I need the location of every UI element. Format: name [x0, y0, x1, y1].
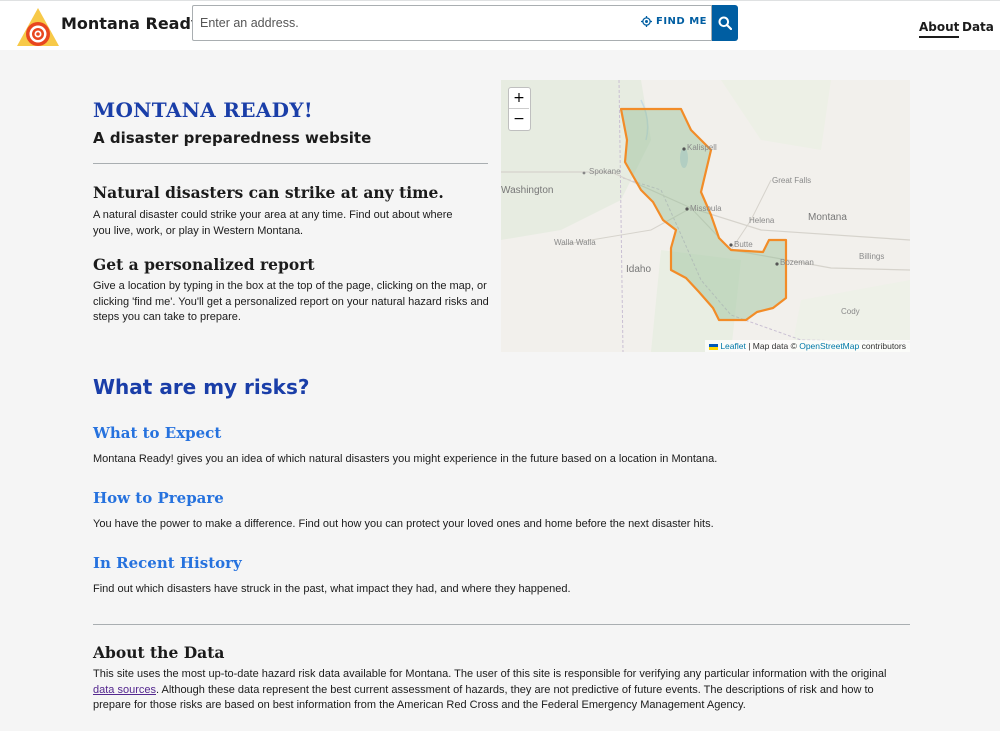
how-to-prepare-link[interactable]: How to Prepare — [93, 489, 224, 507]
logo-icon[interactable] — [16, 7, 60, 47]
about-body-end: . Although these data represent the best… — [93, 683, 874, 712]
site-header: Montana Ready! FIND ME About Data — [0, 0, 1000, 50]
section-body-personalized-report: Give a location by typing in the box at … — [93, 280, 489, 323]
divider — [93, 163, 488, 164]
search-icon — [718, 16, 732, 30]
about-data-heading: About the Data — [93, 643, 225, 662]
map-label-washington: Washington — [501, 185, 554, 196]
divider — [93, 624, 910, 625]
map-label-cody: Cody — [841, 307, 860, 316]
header-top-border — [0, 0, 1000, 1]
crosshair-icon — [641, 16, 652, 27]
map-label-bozeman: Bozeman — [780, 258, 814, 267]
nav-data-link[interactable]: Data — [962, 20, 994, 34]
openstreetmap-link[interactable]: OpenStreetMap — [799, 341, 859, 351]
ukraine-flag-icon — [709, 343, 719, 350]
find-me-label: FIND ME — [656, 16, 707, 27]
section-heading-natural-disasters: Natural disasters can strike at any time… — [93, 183, 444, 202]
map-attribution: Leaflet | Map data © OpenStreetMap contr… — [705, 340, 910, 352]
map-label-helena: Helena — [749, 216, 775, 225]
map-label-butte: Butte — [734, 240, 753, 249]
brand-name[interactable]: Montana Ready! — [61, 14, 209, 33]
hazard-map[interactable]: Spokane Washington Kalispell Missoula Gr… — [501, 80, 910, 352]
zoom-out-button[interactable]: − — [509, 109, 529, 130]
what-to-expect-link[interactable]: What to Expect — [93, 424, 221, 442]
address-search-input[interactable] — [193, 6, 633, 40]
map-label-great-falls: Great Falls — [772, 176, 812, 185]
section-heading-personalized-report: Get a personalized report — [93, 255, 315, 274]
recent-history-body: Find out which disasters have struck in … — [93, 583, 571, 595]
map-label-billings: Billings — [859, 252, 885, 261]
map-label-idaho: Idaho — [626, 264, 652, 275]
map-label-missoula: Missoula — [690, 204, 722, 213]
map-label-montana: Montana — [808, 212, 847, 223]
page-subtitle: A disaster preparedness website — [93, 129, 372, 147]
attribution-suffix: contributors — [859, 341, 906, 351]
about-body-start: This site uses the most up-to-date hazar… — [93, 668, 887, 680]
attribution-separator: | Map data © — [745, 341, 800, 351]
section-body-natural-disasters: A natural disaster could strike your are… — [93, 209, 453, 237]
zoom-in-button[interactable]: + — [509, 88, 529, 109]
data-sources-link[interactable]: data sources — [93, 684, 156, 696]
search-button[interactable] — [712, 5, 738, 41]
leaflet-link[interactable]: Leaflet — [720, 341, 746, 351]
nav-about-link[interactable]: About — [919, 20, 960, 38]
map-label-spokane: Spokane — [589, 167, 621, 176]
about-data-body: This site uses the most up-to-date hazar… — [93, 667, 903, 714]
recent-history-link[interactable]: In Recent History — [93, 554, 242, 572]
map-label-kalispell: Kalispell — [687, 143, 717, 152]
page-title: MONTANA READY! — [93, 98, 313, 122]
find-me-button[interactable]: FIND ME — [641, 16, 707, 27]
address-search: FIND ME — [192, 5, 712, 41]
risks-section-title: What are my risks? — [93, 375, 310, 399]
what-to-expect-body: Montana Ready! gives you an idea of whic… — [93, 453, 718, 465]
map-label-walla-walla: Walla Walla — [554, 238, 596, 247]
map-zoom-control: + − — [508, 87, 531, 131]
how-to-prepare-body: You have the power to make a difference.… — [93, 518, 714, 530]
